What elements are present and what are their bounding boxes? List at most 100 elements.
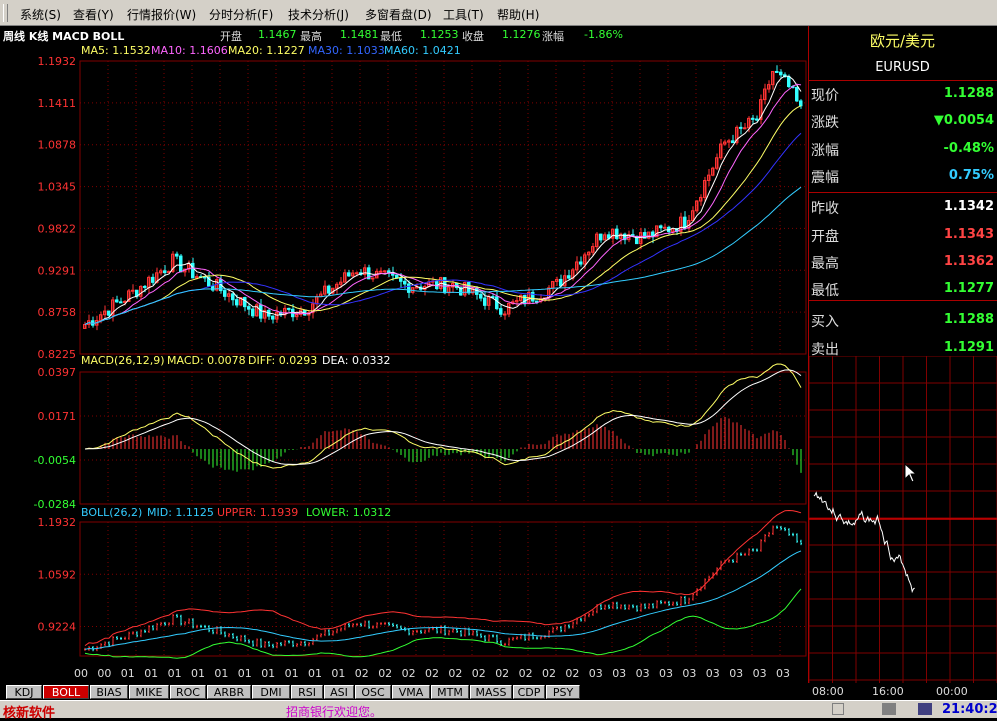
price-tick: 1.1411 [38,97,77,110]
quote-label: 震幅 [811,169,839,186]
candle-body [179,255,183,273]
tab-bias[interactable]: BIAS [90,685,128,699]
quote-label: 昨收 [811,201,839,218]
tab-dmi[interactable]: DMI [252,685,290,699]
candle-body [499,308,503,315]
candle-body [659,225,663,229]
time-tick: 03 [776,667,790,680]
time-tick: 02 [355,667,369,680]
tab-cdp[interactable]: CDP [513,685,545,699]
time-tick: 02 [472,667,486,680]
boll-panel [84,509,802,659]
quote-label: 最高 [811,255,839,272]
mouse-cursor-icon [904,463,918,483]
time-tick: 01 [191,667,205,680]
candle-body [755,118,759,121]
menu-bar: 系统(S) 查看(Y) 行情报价(W) 分时分析(F) 技术分析(J) 多窗看盘… [0,0,997,26]
time-tick: 01 [331,667,345,680]
tab-asi[interactable]: ASI [324,685,354,699]
tab-rsi[interactable]: RSI [291,685,323,699]
tab-psy[interactable]: PSY [546,685,580,699]
clock: 21:40:21 [942,702,997,717]
candle-body [379,270,383,273]
tab-arbr[interactable]: ARBR [207,685,251,699]
candle-body [115,299,119,303]
macd-tick: 0.0397 [38,366,77,379]
menu-view[interactable]: 查看(Y) [73,6,114,23]
quote-label: 卖出 [811,341,839,358]
candle-body [371,277,375,280]
dea-value: DEA: 0.0332 [322,354,391,367]
candle-body [599,233,603,241]
tab-vma[interactable]: VMA [392,685,430,699]
time-tick: 03 [729,667,743,680]
macd-tick: -0.0054 [34,454,76,467]
quote-value: -0.48% [943,140,995,156]
time-tick: 03 [682,667,696,680]
boll-lower-line [84,588,802,659]
time-tick: 03 [659,667,673,680]
menu-intraday[interactable]: 分时分析(F) [209,6,273,23]
menu-help[interactable]: 帮助(H) [497,6,539,23]
candle-body [123,300,127,303]
intraday-grid [809,356,997,683]
time-tick: 00 [74,667,88,680]
candle-body [131,289,135,292]
menu-quotes[interactable]: 行情报价(W) [127,6,196,23]
candle-body [739,126,743,129]
quote-value: 1.1291 [943,339,994,355]
macd-value: MACD: 0.0078 [167,354,246,367]
price-tick: 1.0878 [38,139,77,152]
macd-tick: 0.0171 [38,410,77,423]
time-tick: 02 [565,667,579,680]
candle-body [235,299,239,306]
time-tick: 01 [238,667,252,680]
quote-value: ▼0.0054 [933,113,994,129]
menu-system[interactable]: 系统(S) [20,6,61,23]
time-tick: 02 [378,667,392,680]
candle-body [751,117,755,120]
menu-tools[interactable]: 工具(T) [443,6,484,23]
candle-body [347,272,351,277]
tab-mass[interactable]: MASS [470,685,512,699]
candle-body [615,228,619,239]
candle-body [407,283,411,293]
quote-label: 开盘 [811,228,839,245]
candle-body [503,313,507,316]
network-icon[interactable] [832,703,844,715]
tab-boll[interactable]: BOLL [43,685,89,699]
instrument-name: 欧元/美元 [869,32,936,50]
boll-upper: UPPER: 1.1939 [217,506,299,519]
window-icon[interactable] [882,703,896,715]
macd-panel-frame [79,371,807,505]
time-tick: 01 [214,667,228,680]
candle-body [775,70,779,73]
quote-value: 1.1342 [943,199,994,215]
tab-roc[interactable]: ROC [170,685,206,699]
price-tick: 1.0345 [38,181,77,194]
tab-mtm[interactable]: MTM [431,685,469,699]
quote-label: 涨幅 [811,142,839,159]
menu-grip [3,4,8,22]
tab-kdj[interactable]: KDJ [6,685,42,699]
quote-value: 1.1362 [943,253,994,269]
candle-body [251,308,255,317]
time-tick: 01 [308,667,322,680]
time-tick: 03 [612,667,626,680]
candle-body [495,296,499,310]
menu-technical[interactable]: 技术分析(J) [288,6,349,23]
candle-body [383,270,387,273]
tab-mike[interactable]: MIKE [129,685,169,699]
price-tick: 0.9822 [38,222,77,235]
intraday-chart[interactable] [809,356,997,683]
instrument-code: EURUSD [875,60,930,75]
boll-mid: MID: 1.1125 [147,506,214,519]
monitor-icon[interactable] [918,703,932,715]
time-tick: 01 [121,667,135,680]
candle-body [271,315,275,320]
tab-osc[interactable]: OSC [355,685,391,699]
time-tick: 02 [425,667,439,680]
time-tick: 01 [168,667,182,680]
quote-label: 买入 [811,314,839,331]
menu-multiwindow[interactable]: 多窗看盘(D) [365,6,432,23]
